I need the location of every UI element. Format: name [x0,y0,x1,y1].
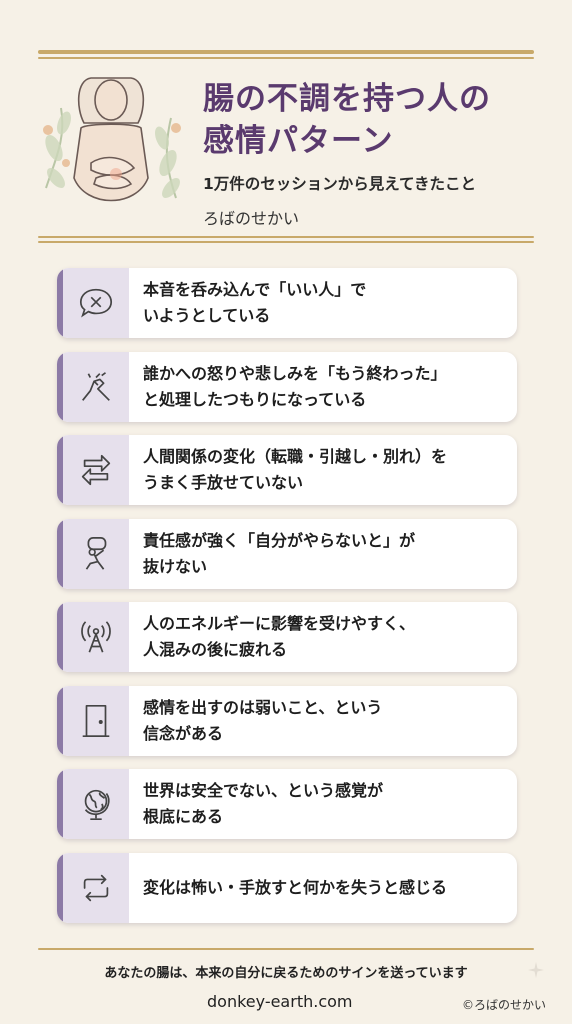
card-line-2: 人混みの後に疲れる [143,640,288,659]
card-line-1: 感情を出すのは弱いこと、という [143,697,383,717]
card-icon-box [63,351,129,422]
card-text: 変化は怖い・手放すと何かを失うと感じる [143,853,507,923]
sparkle-icon [528,962,544,978]
card-icon-box [63,518,129,589]
card-icon-box [63,769,129,839]
globe-icon [84,789,110,821]
speech-bubble-x-icon [79,288,113,318]
header-divider-2 [38,241,534,243]
card-line-2: うまく手放せていない [143,473,304,492]
card-text: 人のエネルギーに影響を受けやすく、 人混みの後に疲れる [143,602,507,672]
card-line-2: いようとしている [143,306,271,325]
card-icon-box [63,268,129,338]
title-line-1: 腸の不調を持つ人の [203,81,491,117]
footer-message: あなたの腸は、本来の自分に戻るためのサインを送っています [104,966,468,981]
card-icon-box [63,852,129,923]
card-line-2: 抜けない [143,556,208,576]
card-text: 誰かへの怒りや悲しみを「もう終わった」 と処理したつもりになっている [143,352,507,422]
page-title: 腸の不調を持つ人の 感情パターン [203,78,543,162]
door-icon [82,704,110,737]
card-line-1: 本音を呑み込んで「いい人」で [143,280,367,299]
card-text: 本音を呑み込んで「いい人」で いようとしている [143,268,507,338]
card-line-1: 責任感が強く「自分がやらないと」が [143,530,416,550]
top-gold-line [38,50,534,54]
pattern-card-6: 感情を出すのは弱いこと、という 信念がある [57,685,517,756]
card-line-2: 信念がある [143,723,224,743]
top-gold-line-thin [38,57,534,59]
pattern-card-3: 人間関係の変化（転職・引越し・別れ）を うまく手放せていない [57,435,517,505]
card-line-1: 人のエネルギーに影響を受けやすく、 [143,614,416,633]
pattern-card-7: 世界は安全でない、という感覚が 根底にある [57,769,517,839]
swap-arrows-icon [81,454,111,486]
card-line-1: 誰かへの怒りや悲しみを「もう終わった」 [143,363,447,383]
card-icon-box [63,602,129,672]
card-line-1: 変化は怖い・手放すと何かを失うと感じる [143,877,448,897]
title-line-2: 感情パターン [203,123,394,159]
card-line-1: 人間関係の変化（転職・引越し・別れ）を [143,447,448,466]
footer-divider [38,948,534,950]
woman-holding-stomach-illustration [43,77,181,202]
card-line-2: 根底にある [143,807,224,826]
card-text: 世界は安全でない、という感覚が 根底にある [143,769,507,839]
repeat-arrows-icon [83,874,109,901]
card-text: 感情を出すのは弱いこと、という 信念がある [143,686,507,756]
pattern-card-5: 人のエネルギーに影響を受けやすく、 人混みの後に疲れる [57,602,517,672]
pattern-card-8: 変化は怖い・手放すと何かを失うと感じる [57,852,517,923]
header-divider [38,236,534,238]
pattern-card-2: 誰かへの怒りや悲しみを「もう終わった」 と処理したつもりになっている [57,351,517,422]
author-name: ろばのせかい [203,209,300,228]
pattern-card-list: 本音を呑み込んで「いい人」で いようとしている 誰かへの怒りや悲しみを「もう終わっ… [57,268,517,936]
person-carrying-load-icon [85,536,107,570]
card-line-2: と処理したつもりになっている [143,389,367,409]
signal-tower-icon [81,621,111,653]
card-line-1: 世界は安全でない、という感覚が [143,781,384,800]
card-text: 人間関係の変化（転職・引越し・別れ）を うまく手放せていない [143,435,507,505]
card-icon-box [63,685,129,756]
pattern-card-4: 責任感が強く「自分がやらないと」が 抜けない [57,518,517,589]
arm-wrestling-icon [82,371,110,401]
copyright: ©ろばのせかい [462,998,547,1012]
subtitle: 1万件のセッションから見えてきたこと [203,175,477,193]
pattern-card-1: 本音を呑み込んで「いい人」で いようとしている [57,268,517,338]
card-text: 責任感が強く「自分がやらないと」が 抜けない [143,519,507,589]
card-icon-box [63,435,129,505]
site-url: donkey-earth.com [207,992,353,1011]
